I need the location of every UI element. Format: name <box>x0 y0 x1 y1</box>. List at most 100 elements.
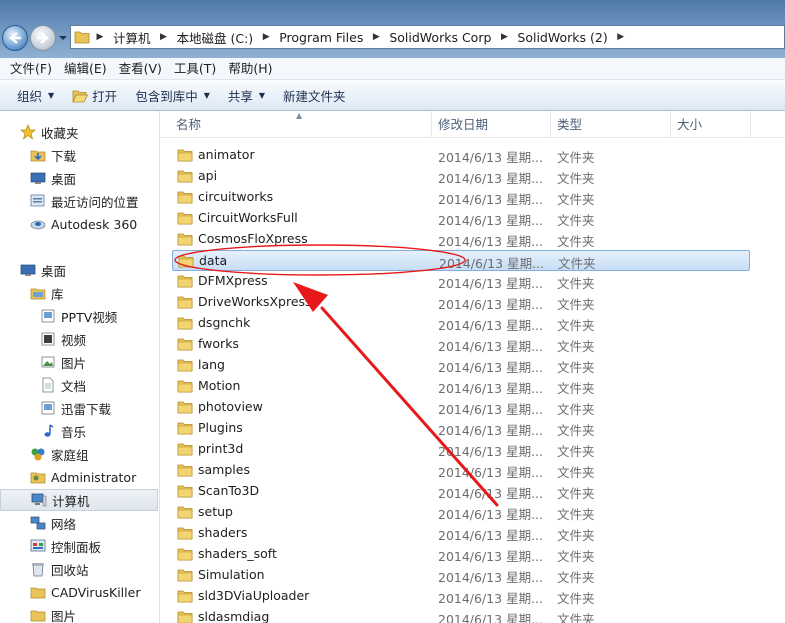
column-header-type[interactable]: 类型 <box>551 111 671 138</box>
file-row[interactable]: CircuitWorksFull 2014/6/13 星期... 文件夹 <box>172 208 750 229</box>
forward-button[interactable] <box>30 25 56 51</box>
file-row[interactable]: photoview 2014/6/13 星期... 文件夹 <box>172 397 750 418</box>
file-row[interactable]: lang 2014/6/13 星期... 文件夹 <box>172 355 750 376</box>
nav-label: CADVirusKiller <box>51 584 141 600</box>
nav-music[interactable]: 音乐 <box>0 420 158 442</box>
nav-pictures-lib[interactable]: 图片 <box>0 351 158 373</box>
folder-icon <box>177 590 193 603</box>
recycle-bin-icon <box>30 561 46 577</box>
nav-desktop-fav[interactable]: 桌面 <box>0 167 158 189</box>
navigation-pane[interactable]: 收藏夹 下载 桌面 最近访问的位置 Autodesk 360 桌面 库 PPTV… <box>0 111 160 623</box>
file-name: photoview <box>198 399 263 414</box>
column-header-date-modified[interactable]: 修改日期 <box>432 111 551 138</box>
file-type: 文件夹 <box>557 360 595 375</box>
breadcrumb-separator[interactable]: ▶ <box>497 26 511 48</box>
file-row[interactable]: animator 2014/6/13 星期... 文件夹 <box>172 145 750 166</box>
include-in-library-button[interactable]: 包含到库中 ▼ <box>126 84 219 108</box>
nav-cadviruskiller[interactable]: CADVirusKiller <box>0 581 158 603</box>
file-type: 文件夹 <box>557 591 595 606</box>
file-row[interactable]: circuitworks 2014/6/13 星期... 文件夹 <box>172 187 750 208</box>
breadcrumb-solidworks-corp[interactable]: SolidWorks Corp <box>383 26 497 48</box>
file-row[interactable]: Plugins 2014/6/13 星期... 文件夹 <box>172 418 750 439</box>
file-name: circuitworks <box>198 189 274 204</box>
breadcrumb-separator[interactable]: ▶ <box>614 26 628 48</box>
breadcrumb-computer[interactable]: 计算机 <box>107 26 157 48</box>
file-row[interactable]: Motion 2014/6/13 星期... 文件夹 <box>172 376 750 397</box>
breadcrumb-separator[interactable]: ▶ <box>369 26 383 48</box>
forward-arrow-icon <box>37 32 49 44</box>
nav-recent-places[interactable]: 最近访问的位置 <box>0 190 158 212</box>
file-list-pane[interactable]: ▲ 名称 修改日期 类型 大小 animator 2014/6/13 星期... 文… <box>160 111 785 623</box>
nav-library[interactable]: 库 <box>0 282 158 304</box>
file-type: 文件夹 <box>557 171 595 186</box>
folder-icon <box>177 212 193 225</box>
file-date-modified: 2014/6/13 星期... <box>438 444 543 459</box>
breadcrumb-separator[interactable]: ▶ <box>93 26 107 48</box>
breadcrumb-separator[interactable]: ▶ <box>259 26 273 48</box>
nav-label: 桌面 <box>41 263 67 279</box>
new-folder-button[interactable]: 新建文件夹 <box>274 84 355 108</box>
file-row[interactable]: setup 2014/6/13 星期... 文件夹 <box>172 502 750 523</box>
file-row[interactable]: DFMXpress 2014/6/13 星期... 文件夹 <box>172 271 750 292</box>
file-name: lang <box>198 357 225 372</box>
organize-button[interactable]: 组织 ▼ <box>8 84 63 108</box>
nav-videos[interactable]: 视频 <box>0 328 158 350</box>
menu-edit[interactable]: 编辑(E) <box>58 59 113 79</box>
breadcrumb[interactable]: ▶ 计算机 ▶ 本地磁盘 (C:) ▶ Program Files ▶ Soli… <box>70 25 785 49</box>
file-row[interactable]: ScanTo3D 2014/6/13 星期... 文件夹 <box>172 481 750 502</box>
file-row[interactable]: sld3DViaUploader 2014/6/13 星期... 文件夹 <box>172 586 750 607</box>
file-row[interactable]: DriveWorksXpress 2014/6/13 星期... 文件夹 <box>172 292 750 313</box>
nav-homegroup[interactable]: 家庭组 <box>0 443 158 465</box>
menu-tools[interactable]: 工具(T) <box>168 59 222 79</box>
recent-pages-dropdown-icon[interactable] <box>58 33 68 43</box>
file-row[interactable]: data 2014/6/13 星期... 文件夹 <box>172 250 750 271</box>
file-date-modified: 2014/6/13 星期... <box>438 234 543 249</box>
file-row[interactable]: shaders_soft 2014/6/13 星期... 文件夹 <box>172 544 750 565</box>
nav-pptv-video[interactable]: PPTV视频 <box>0 305 158 327</box>
nav-administrator[interactable]: Administrator <box>0 466 158 488</box>
file-type: 文件夹 <box>558 256 596 271</box>
file-row[interactable]: samples 2014/6/13 星期... 文件夹 <box>172 460 750 481</box>
breadcrumb-program-files[interactable]: Program Files <box>273 26 369 48</box>
file-row[interactable]: sldasmdiag 2014/6/13 星期... 文件夹 <box>172 607 750 623</box>
desktop-icon <box>30 170 46 186</box>
nav-recycle-bin[interactable]: 回收站 <box>0 558 158 580</box>
nav-downloads[interactable]: 下载 <box>0 144 158 166</box>
file-type: 文件夹 <box>557 381 595 396</box>
nav-desktop[interactable]: 桌面 <box>0 259 158 281</box>
file-date-modified: 2014/6/13 星期... <box>438 402 543 417</box>
menu-help[interactable]: 帮助(H) <box>222 59 278 79</box>
nav-pictures[interactable]: 图片 <box>0 604 158 623</box>
menu-file[interactable]: 文件(F) <box>4 59 58 79</box>
nav-computer[interactable]: 计算机 <box>0 489 158 511</box>
nav-autodesk-360[interactable]: Autodesk 360 <box>0 213 158 235</box>
file-row[interactable]: api 2014/6/13 星期... 文件夹 <box>172 166 750 187</box>
breadcrumb-solidworks-2[interactable]: SolidWorks (2) <box>511 26 613 48</box>
file-row[interactable]: print3d 2014/6/13 星期... 文件夹 <box>172 439 750 460</box>
breadcrumb-drive-c[interactable]: 本地磁盘 (C:) <box>171 26 260 48</box>
file-row[interactable]: CosmosFloXpress 2014/6/13 星期... 文件夹 <box>172 229 750 250</box>
organize-label: 组织 <box>17 89 43 104</box>
video-library-icon <box>40 308 56 324</box>
file-name: CircuitWorksFull <box>198 210 298 225</box>
file-row[interactable]: fworks 2014/6/13 星期... 文件夹 <box>172 334 750 355</box>
back-button[interactable] <box>2 25 28 51</box>
nav-control-panel[interactable]: 控制面板 <box>0 535 158 557</box>
nav-favorites[interactable]: 收藏夹 <box>0 121 158 143</box>
nav-label: 收藏夹 <box>41 125 79 141</box>
nav-xunlei-downloads[interactable]: 迅雷下载 <box>0 397 158 419</box>
column-header-size[interactable]: 大小 <box>671 111 751 138</box>
column-header-name[interactable]: 名称 <box>170 111 432 138</box>
open-button[interactable]: 打开 <box>63 84 126 108</box>
file-row[interactable]: shaders 2014/6/13 星期... 文件夹 <box>172 523 750 544</box>
nav-documents[interactable]: 文档 <box>0 374 158 396</box>
file-row[interactable]: Simulation 2014/6/13 星期... 文件夹 <box>172 565 750 586</box>
file-date-modified: 2014/6/13 星期... <box>438 423 543 438</box>
file-row[interactable]: dsgnchk 2014/6/13 星期... 文件夹 <box>172 313 750 334</box>
folder-icon <box>177 296 193 309</box>
menu-view[interactable]: 查看(V) <box>113 59 168 79</box>
share-button[interactable]: 共享 ▼ <box>219 84 274 108</box>
breadcrumb-separator[interactable]: ▶ <box>157 26 171 48</box>
file-date-modified: 2014/6/13 星期... <box>438 528 543 543</box>
nav-network[interactable]: 网络 <box>0 512 158 534</box>
